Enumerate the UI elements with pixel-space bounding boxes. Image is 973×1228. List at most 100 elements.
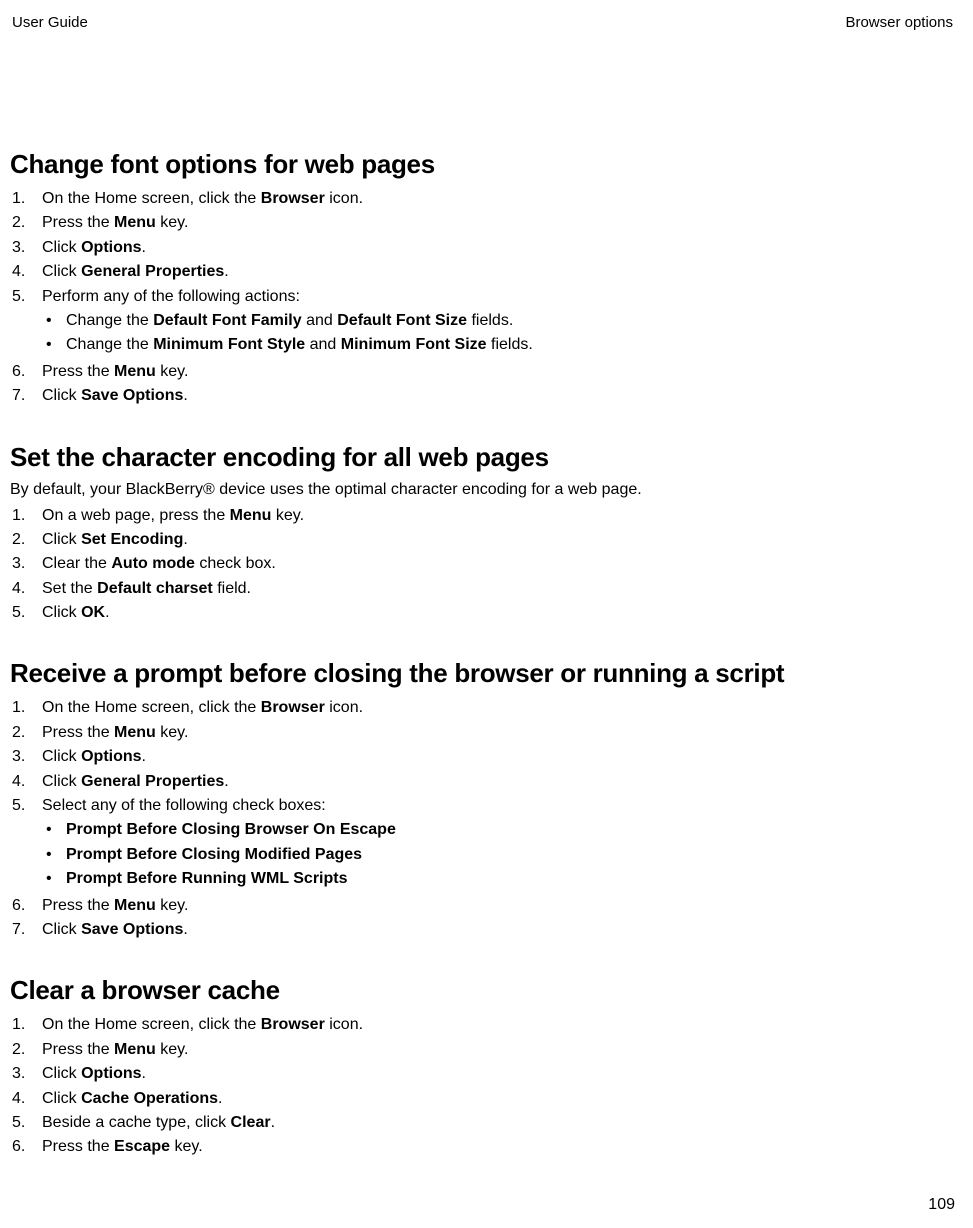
step-item: 5.Beside a cache type, click Clear.	[10, 1112, 955, 1134]
step-body: Click Save Options.	[42, 919, 955, 941]
step-item: 2.Press the Menu key.	[10, 1039, 955, 1061]
substep-body: Change the Minimum Font Style and Minimu…	[66, 334, 955, 356]
steps-list: 1.On the Home screen, click the Browser …	[10, 1014, 955, 1158]
bullet-icon: •	[42, 868, 66, 890]
step-number: 1.	[10, 188, 42, 210]
step-number: 1.	[10, 697, 42, 719]
section-heading: Change font options for web pages	[10, 149, 955, 180]
step-body: Press the Menu key.	[42, 895, 955, 917]
bullet-icon: •	[42, 844, 66, 866]
step-body: Press the Escape key.	[42, 1136, 955, 1158]
step-body: Click General Properties.	[42, 261, 955, 283]
step-item: 1.On the Home screen, click the Browser …	[10, 697, 955, 719]
step-item: 4.Click General Properties.	[10, 771, 955, 793]
step-body: Click Options.	[42, 237, 955, 259]
step-number: 6.	[10, 895, 42, 917]
step-number: 4.	[10, 1088, 42, 1110]
substep-item: •Prompt Before Running WML Scripts	[42, 868, 955, 890]
step-number: 7.	[10, 385, 42, 407]
bullet-icon: •	[42, 310, 66, 332]
step-body: Set the Default charset field.	[42, 578, 955, 600]
step-item: 4.Click General Properties.	[10, 261, 955, 283]
header-left: User Guide	[12, 14, 88, 31]
step-item: 5.Click OK.	[10, 602, 955, 624]
step-number: 3.	[10, 1063, 42, 1085]
substep-body: Prompt Before Closing Modified Pages	[66, 844, 955, 866]
step-body: Press the Menu key.	[42, 212, 955, 234]
step-body: On the Home screen, click the Browser ic…	[42, 1014, 955, 1036]
step-number: 2.	[10, 1039, 42, 1061]
step-number: 3.	[10, 553, 42, 575]
step-body: Click Options.	[42, 746, 955, 768]
step-item: 1.On the Home screen, click the Browser …	[10, 1014, 955, 1036]
substep-item: •Prompt Before Closing Modified Pages	[42, 844, 955, 866]
step-item: 7.Click Save Options.	[10, 385, 955, 407]
step-item: 2.Press the Menu key.	[10, 212, 955, 234]
step-number: 1.	[10, 1014, 42, 1036]
steps-list: 1.On a web page, press the Menu key.2.Cl…	[10, 505, 955, 625]
substep-item: •Change the Minimum Font Style and Minim…	[42, 334, 955, 356]
step-number: 3.	[10, 237, 42, 259]
steps-list: 1.On the Home screen, click the Browser …	[10, 188, 955, 408]
step-item: 4.Set the Default charset field.	[10, 578, 955, 600]
step-body: Press the Menu key.	[42, 722, 955, 744]
section-heading: Clear a browser cache	[10, 975, 955, 1006]
step-body: Press the Menu key.	[42, 1039, 955, 1061]
step-number: 5.	[10, 286, 42, 359]
step-body: Click Options.	[42, 1063, 955, 1085]
step-item: 3.Click Options.	[10, 746, 955, 768]
step-item: 2.Click Set Encoding.	[10, 529, 955, 551]
step-number: 2.	[10, 722, 42, 744]
step-number: 7.	[10, 919, 42, 941]
step-body: Perform any of the following actions:•Ch…	[42, 286, 955, 359]
step-body: Click Set Encoding.	[42, 529, 955, 551]
step-body: Press the Menu key.	[42, 361, 955, 383]
step-body: Click General Properties.	[42, 771, 955, 793]
steps-list: 1.On the Home screen, click the Browser …	[10, 697, 955, 941]
step-number: 6.	[10, 361, 42, 383]
section-heading: Receive a prompt before closing the brow…	[10, 658, 955, 689]
step-body: On the Home screen, click the Browser ic…	[42, 697, 955, 719]
step-number: 5.	[10, 602, 42, 624]
page: User Guide Browser options Change font o…	[0, 0, 973, 1228]
page-content: Change font options for web pages1.On th…	[10, 149, 955, 1159]
step-item: 1.On the Home screen, click the Browser …	[10, 188, 955, 210]
step-number: 3.	[10, 746, 42, 768]
step-number: 4.	[10, 578, 42, 600]
step-body: Click Cache Operations.	[42, 1088, 955, 1110]
step-body: On the Home screen, click the Browser ic…	[42, 188, 955, 210]
substep-body: Prompt Before Closing Browser On Escape	[66, 819, 955, 841]
step-item: 1.On a web page, press the Menu key.	[10, 505, 955, 527]
step-item: 6.Press the Menu key.	[10, 895, 955, 917]
step-item: 7.Click Save Options.	[10, 919, 955, 941]
page-number: 109	[928, 1196, 955, 1214]
step-number: 4.	[10, 261, 42, 283]
substep-item: •Prompt Before Closing Browser On Escape	[42, 819, 955, 841]
step-body: Click Save Options.	[42, 385, 955, 407]
substep-body: Change the Default Font Family and Defau…	[66, 310, 955, 332]
substep-list: •Change the Default Font Family and Defa…	[42, 310, 955, 357]
step-number: 5.	[10, 1112, 42, 1134]
substep-list: •Prompt Before Closing Browser On Escape…	[42, 819, 955, 890]
step-item: 5.Perform any of the following actions:•…	[10, 286, 955, 359]
bullet-icon: •	[42, 819, 66, 841]
step-number: 6.	[10, 1136, 42, 1158]
step-body: Select any of the following check boxes:…	[42, 795, 955, 893]
bullet-icon: •	[42, 334, 66, 356]
step-body: Clear the Auto mode check box.	[42, 553, 955, 575]
step-body: On a web page, press the Menu key.	[42, 505, 955, 527]
step-item: 4.Click Cache Operations.	[10, 1088, 955, 1110]
step-item: 5.Select any of the following check boxe…	[10, 795, 955, 893]
step-item: 6.Press the Escape key.	[10, 1136, 955, 1158]
step-number: 2.	[10, 529, 42, 551]
step-number: 1.	[10, 505, 42, 527]
substep-body: Prompt Before Running WML Scripts	[66, 868, 955, 890]
step-item: 6.Press the Menu key.	[10, 361, 955, 383]
step-item: 3.Click Options.	[10, 1063, 955, 1085]
step-body: Beside a cache type, click Clear.	[42, 1112, 955, 1134]
section-heading: Set the character encoding for all web p…	[10, 442, 955, 473]
step-body: Click OK.	[42, 602, 955, 624]
step-number: 5.	[10, 795, 42, 893]
step-item: 3.Click Options.	[10, 237, 955, 259]
section-intro: By default, your BlackBerry® device uses…	[10, 481, 955, 499]
